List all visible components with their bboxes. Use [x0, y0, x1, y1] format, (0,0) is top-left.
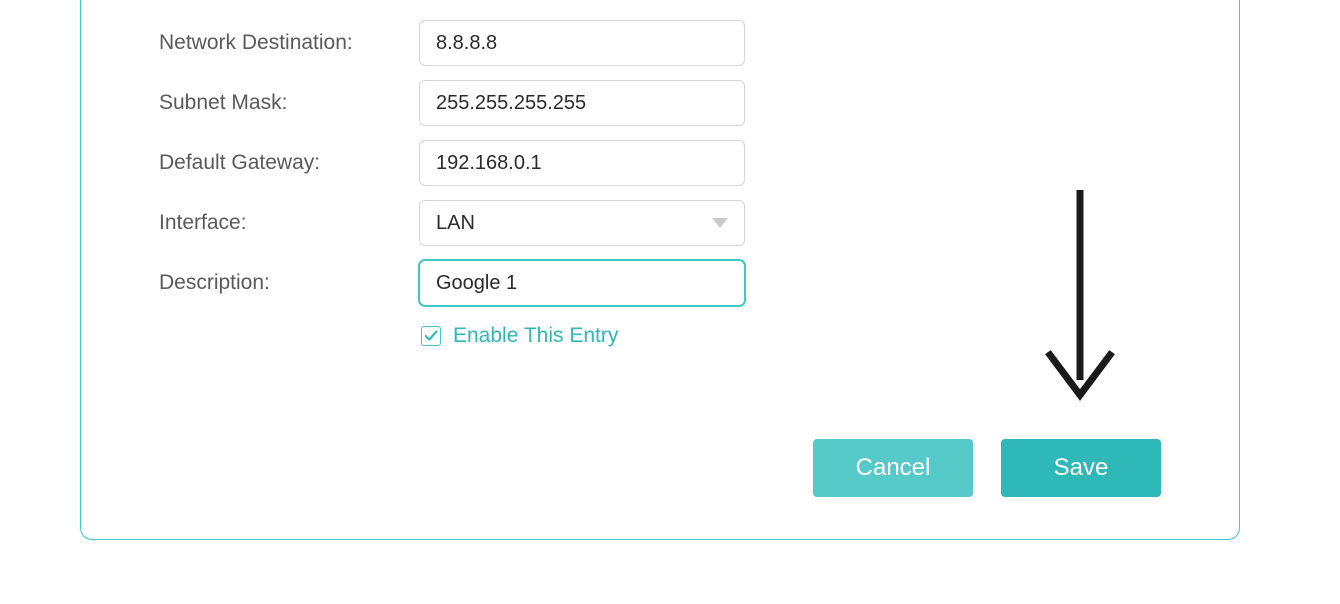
- check-icon: [424, 329, 438, 343]
- label-enable-entry[interactable]: Enable This Entry: [453, 324, 618, 348]
- row-subnet-mask: Subnet Mask:: [81, 80, 1239, 126]
- select-interface[interactable]: LAN: [419, 200, 745, 246]
- label-description: Description:: [159, 271, 419, 295]
- input-network-destination[interactable]: [419, 20, 745, 66]
- label-default-gateway: Default Gateway:: [159, 151, 419, 175]
- input-default-gateway[interactable]: [419, 140, 745, 186]
- cancel-button[interactable]: Cancel: [813, 439, 973, 497]
- save-button[interactable]: Save: [1001, 439, 1161, 497]
- form-buttons: Cancel Save: [813, 439, 1161, 497]
- row-description: Description:: [81, 260, 1239, 306]
- chevron-down-icon: [712, 218, 728, 228]
- row-default-gateway: Default Gateway:: [81, 140, 1239, 186]
- row-interface: Interface: LAN: [81, 200, 1239, 246]
- input-description[interactable]: [419, 260, 745, 306]
- row-enable-entry: Enable This Entry: [421, 324, 1239, 348]
- routing-entry-form: Network Destination: Subnet Mask: Defaul…: [80, 0, 1240, 540]
- label-network-destination: Network Destination:: [159, 31, 419, 55]
- label-interface: Interface:: [159, 211, 419, 235]
- row-network-destination: Network Destination:: [81, 20, 1239, 66]
- select-interface-value: LAN: [436, 212, 712, 235]
- label-subnet-mask: Subnet Mask:: [159, 91, 419, 115]
- input-subnet-mask[interactable]: [419, 80, 745, 126]
- checkbox-enable-entry[interactable]: [421, 326, 441, 346]
